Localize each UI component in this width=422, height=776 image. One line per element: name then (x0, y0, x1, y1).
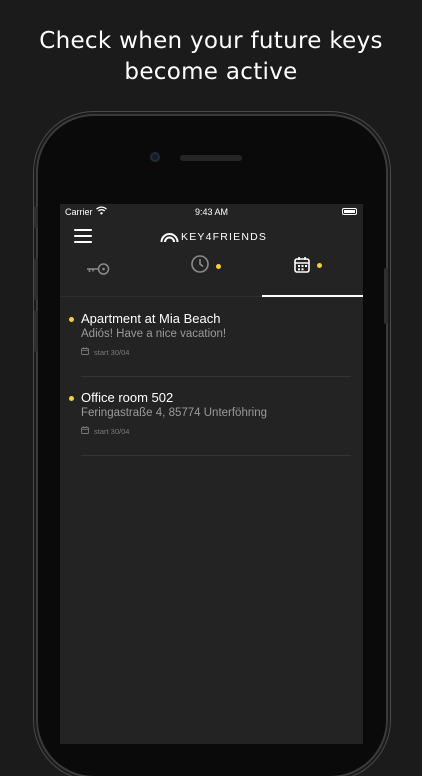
item-subtitle: Adiós! Have a nice vacation! (81, 328, 227, 340)
item-title: Office room 502 (81, 390, 174, 405)
logo-arc-icon (160, 230, 179, 248)
hamburger-menu-icon[interactable] (74, 228, 92, 244)
logo-text: KEY4FRIENDS (181, 231, 268, 243)
active-indicator-dot (69, 396, 74, 401)
calendar-small-icon (81, 426, 89, 434)
item-title: Apartment at Mia Beach (81, 311, 221, 326)
scheduled-badge (317, 263, 322, 268)
history-badge (216, 264, 221, 269)
tab-scheduled[interactable] (262, 254, 363, 297)
headline-line-2: become active (124, 59, 298, 85)
front-camera (150, 152, 160, 162)
status-bar: Carrier 9:43 AM (60, 204, 363, 220)
active-indicator-dot (69, 317, 74, 322)
item-start-date-text: start 30/04 (94, 348, 130, 357)
battery-icon (342, 208, 357, 215)
phone-volume-up-button (34, 258, 38, 300)
tab-keys[interactable] (60, 254, 161, 296)
phone-side-button (34, 206, 38, 228)
list-item[interactable]: Apartment at Mia Beach Adiós! Have a nic… (68, 298, 363, 377)
status-time: 9:43 AM (194, 207, 229, 217)
phone-power-button (384, 268, 388, 324)
list-item[interactable]: Office room 502 Feringastraße 4, 85774 U… (68, 377, 363, 456)
item-subtitle: Feringastraße 4, 85774 Unterföhring (81, 407, 268, 419)
list-divider (81, 455, 351, 456)
app-screen: Carrier 9:43 AM KEY4FRIENDS Apartment at… (60, 204, 363, 744)
scheduled-keys-list: Apartment at Mia Beach Adiós! Have a nic… (60, 298, 363, 456)
earpiece-speaker (180, 155, 242, 161)
calendar-small-icon (81, 347, 89, 355)
navigation-bar: KEY4FRIENDS (60, 220, 363, 254)
headline-line-1: Check when your future keys (39, 28, 383, 54)
headline: Check when your future keys become activ… (0, 26, 422, 88)
tab-bar (60, 254, 363, 297)
phone-volume-down-button (34, 310, 38, 352)
tab-history[interactable] (161, 254, 262, 296)
item-start-date-text: start 30/04 (94, 427, 130, 436)
